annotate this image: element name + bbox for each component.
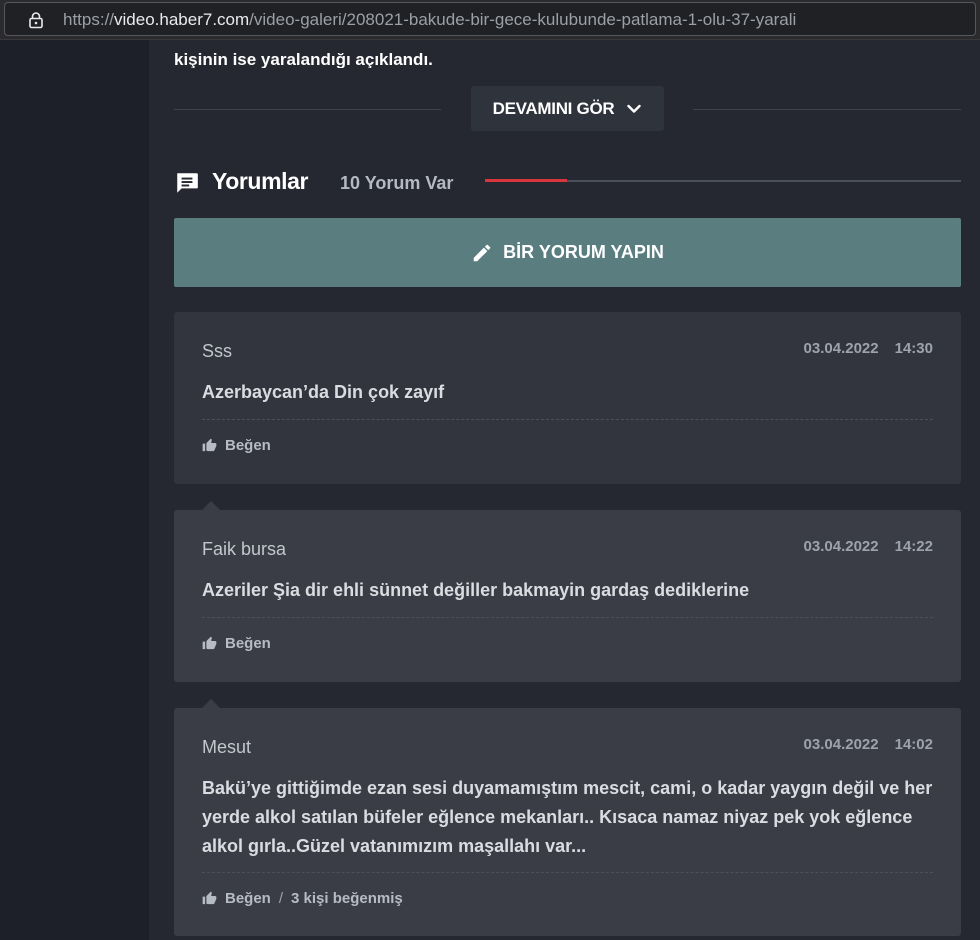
lock-icon[interactable] [27, 11, 45, 29]
write-comment-button[interactable]: BİR YORUM YAPIN [174, 218, 961, 287]
comment-card: Faik bursa 03.04.2022 14:22 Azeriler Şia… [174, 501, 961, 682]
comment-datetime: 03.04.2022 14:22 [804, 538, 933, 555]
comment-time: 14:22 [894, 538, 933, 555]
article-text-tail: kişinin ise yaralandığı açıklandı. [174, 50, 433, 68]
read-more-button[interactable]: DEVAMINI GÖR [471, 86, 664, 131]
like-label: Beğen [225, 635, 271, 652]
main-content: kişinin ise yaralandığı açıklandı. DEVAM… [149, 40, 980, 940]
like-row: Beğen / 3 kişi beğenmiş [202, 890, 403, 907]
divider-right [693, 109, 961, 110]
browser-address-bar: https://video.haber7.com/video-galeri/20… [0, 0, 980, 40]
pencil-icon [473, 244, 491, 261]
comments-title: Yorumlar [212, 168, 309, 194]
comment-author[interactable]: Mesut [202, 737, 251, 758]
like-label: Beğen [225, 437, 271, 454]
comment-arrow [202, 501, 220, 510]
like-count: 3 kişi beğenmiş [291, 890, 403, 907]
comments-count: 10 Yorum Var [340, 173, 454, 193]
comment-date: 03.04.2022 [803, 538, 879, 555]
comment-date: 03.04.2022 [803, 736, 879, 753]
comment-card: Mesut 03.04.2022 14:02 Bakü’ye gittiğimd… [174, 699, 961, 936]
comment-text: Azerbaycan’da Din çok zayıf [202, 382, 445, 402]
comments-header: Yorumlar 10 Yorum Var [174, 166, 964, 200]
comment-text: Azeriler Şia dir ehli sünnet değiller ba… [202, 580, 750, 600]
like-button[interactable]: Beğen [202, 437, 271, 454]
comment-time: 14:02 [894, 736, 933, 753]
header-rule-accent [485, 179, 567, 182]
url-field[interactable]: https://video.haber7.com/video-galeri/20… [4, 2, 976, 36]
thumbs-up-icon [202, 438, 217, 452]
url-host: video.haber7.com [114, 10, 250, 29]
thumbs-up-icon[interactable] [202, 891, 217, 906]
chevron-down-icon [627, 104, 642, 113]
comment-separator [202, 617, 933, 618]
url-scheme: https:// [63, 10, 115, 29]
comment-datetime: 03.04.2022 14:30 [804, 340, 933, 357]
write-comment-label: BİR YORUM YAPIN [503, 242, 664, 262]
like-button[interactable]: Beğen [202, 635, 271, 652]
like-separator: / [278, 890, 284, 907]
comment-separator [202, 419, 933, 420]
comment-author[interactable]: Faik bursa [202, 539, 286, 560]
comment-arrow [202, 699, 220, 708]
left-sidebar [0, 40, 149, 940]
comment-datetime: 03.04.2022 14:02 [804, 736, 933, 753]
divider-left [174, 109, 441, 110]
url-text[interactable]: https://video.haber7.com/video-galeri/20… [63, 10, 796, 30]
comment-card: Sss 03.04.2022 14:30 Azerbaycan’da Din ç… [174, 312, 961, 484]
url-path: /video-galeri/208021-bakude-bir-gece-kul… [249, 10, 797, 29]
comment-author[interactable]: Sss [202, 341, 232, 362]
comment-separator [202, 872, 933, 873]
comment-bubble-icon [177, 173, 198, 193]
comment-text: Bakü’ye gittiğimde ezan sesi duyamamıştı… [202, 778, 933, 856]
comment-date: 03.04.2022 [803, 340, 879, 357]
like-label[interactable]: Beğen [225, 890, 271, 907]
comment-time: 14:30 [894, 340, 933, 357]
read-more-label: DEVAMINI GÖR [492, 98, 615, 118]
thumbs-up-icon [202, 636, 217, 650]
